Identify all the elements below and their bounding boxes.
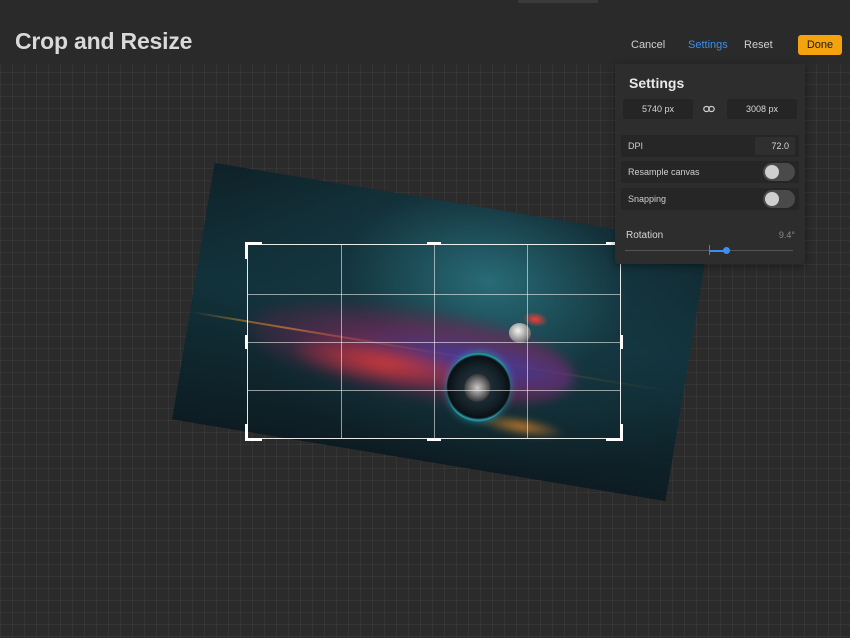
height-field[interactable]: 3008 px (727, 99, 797, 119)
rotation-label: Rotation (626, 230, 664, 241)
resample-toggle[interactable] (763, 163, 795, 181)
resample-row: Resample canvas (621, 161, 799, 183)
crop-grid-line (248, 342, 620, 343)
snapping-row: Snapping (621, 188, 799, 210)
toggle-knob (765, 165, 779, 179)
resample-label: Resample canvas (628, 167, 700, 177)
reset-button[interactable]: Reset (744, 39, 773, 51)
crop-handle-right[interactable] (620, 335, 623, 349)
done-button[interactable]: Done (798, 35, 842, 55)
crop-handle-top-left[interactable] (245, 242, 262, 259)
width-field[interactable]: 5740 px (623, 99, 693, 119)
crop-grid-line (248, 390, 620, 391)
settings-panel: Settings 5740 px 3008 px DPI 72.0 Resamp… (615, 64, 805, 264)
crop-handle-bottom-right[interactable] (606, 424, 623, 441)
settings-button[interactable]: Settings (688, 39, 728, 51)
link-icon[interactable] (703, 103, 715, 115)
crop-grid-line (248, 294, 620, 295)
rotation-value: 9.4° (778, 230, 795, 240)
page-title: Crop and Resize (15, 28, 193, 54)
dpi-field[interactable]: 72.0 (755, 137, 795, 155)
crop-handle-top[interactable] (427, 242, 441, 245)
cancel-button[interactable]: Cancel (631, 39, 665, 51)
rotation-slider-thumb[interactable] (723, 247, 730, 254)
snapping-label: Snapping (628, 194, 667, 204)
drag-handle[interactable] (518, 0, 598, 3)
crop-handle-bottom[interactable] (427, 438, 441, 441)
dpi-label: DPI (628, 141, 644, 151)
snapping-toggle[interactable] (763, 190, 795, 208)
crop-handle-bottom-left[interactable] (245, 424, 262, 441)
crop-handle-left[interactable] (245, 335, 248, 349)
crop-frame[interactable] (245, 242, 623, 441)
toggle-knob (765, 192, 779, 206)
dpi-row: DPI 72.0 (621, 135, 799, 157)
settings-title: Settings (629, 75, 685, 91)
top-bar: Crop and Resize Cancel Settings Reset Do… (0, 0, 850, 64)
